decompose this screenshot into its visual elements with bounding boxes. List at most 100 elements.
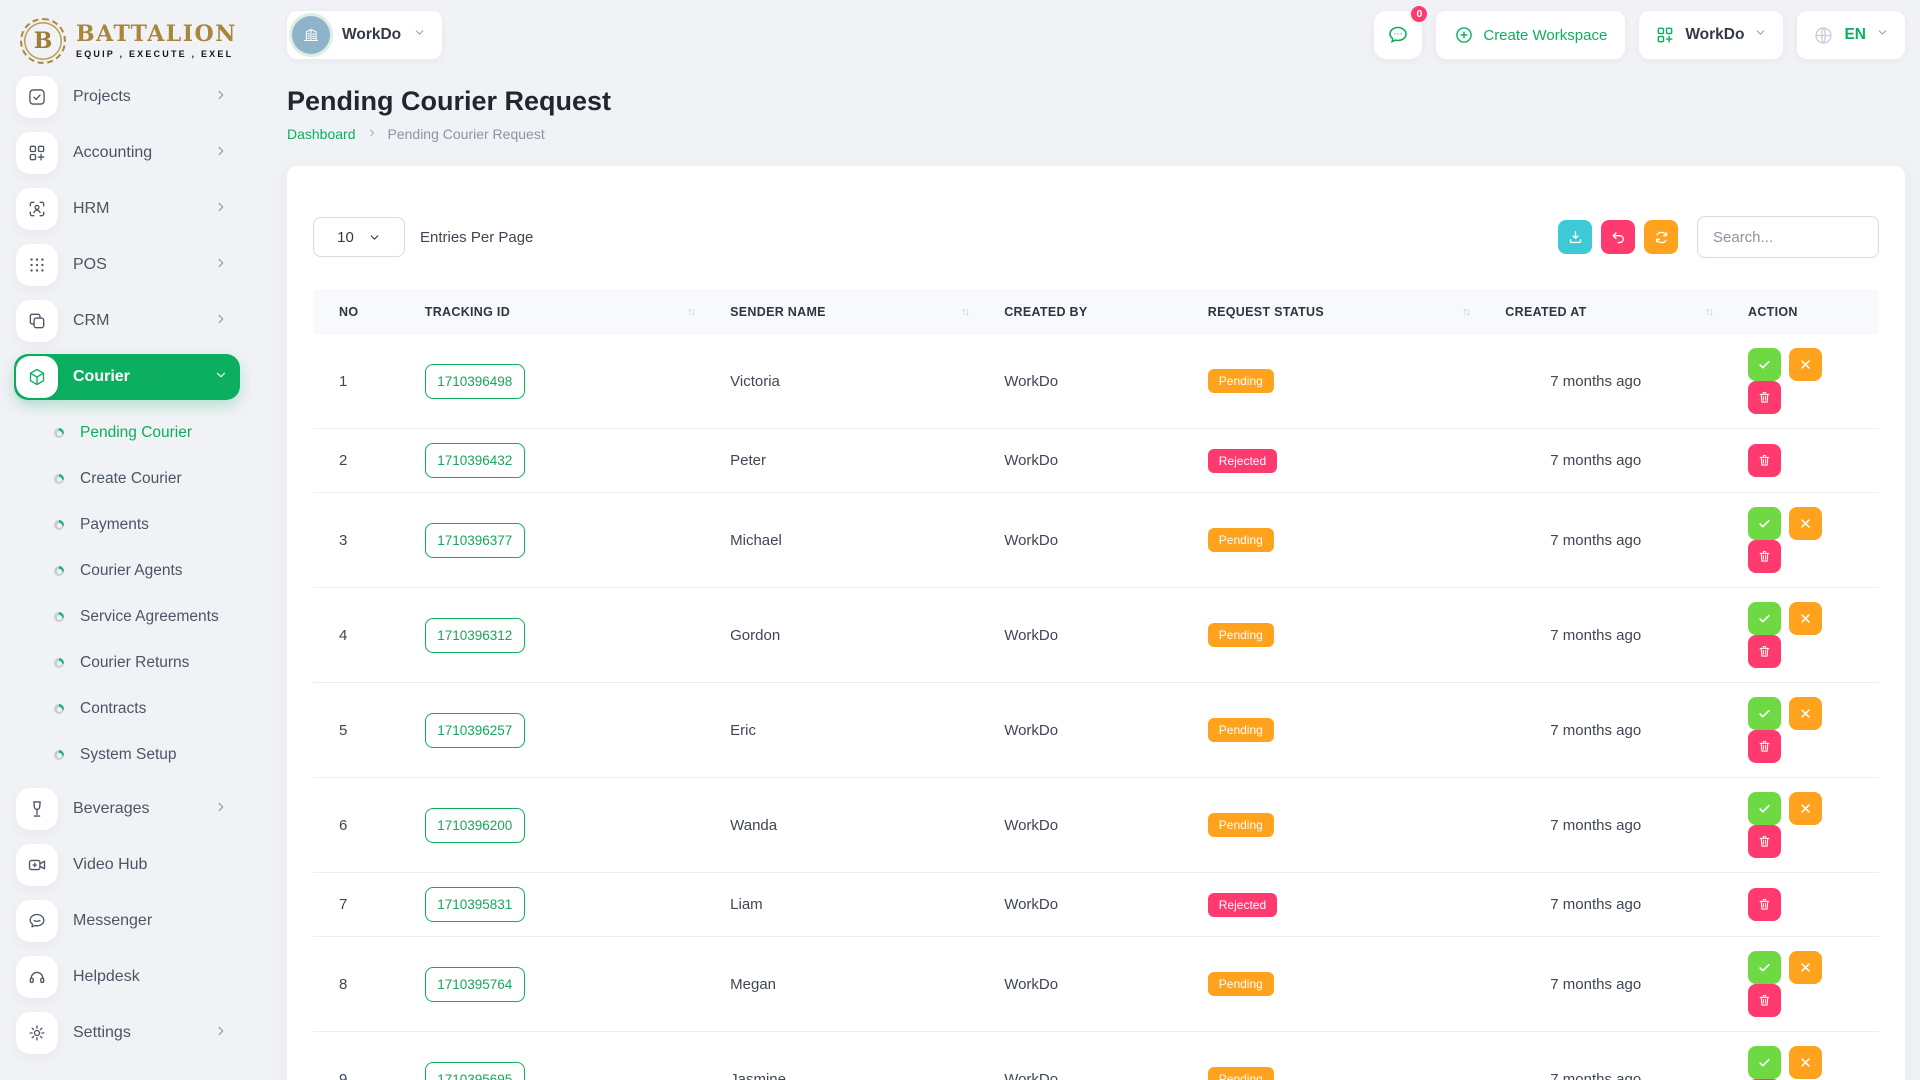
sort-icon: ↑↓ bbox=[687, 306, 710, 318]
sidebar-item-beverages[interactable]: Beverages bbox=[14, 786, 240, 832]
sidebar-subitem-label: Courier Returns bbox=[80, 654, 189, 672]
trash-icon bbox=[1757, 897, 1772, 912]
approve-button[interactable] bbox=[1748, 348, 1781, 381]
delete-button[interactable] bbox=[1748, 635, 1781, 668]
sidebar-item-accounting[interactable]: Accounting bbox=[14, 130, 240, 176]
sidebar-item-settings[interactable]: Settings bbox=[14, 1010, 240, 1056]
reject-button[interactable] bbox=[1789, 697, 1822, 730]
sidebar-item-courier[interactable]: Courier bbox=[14, 354, 240, 400]
sidebar-subitem-courier-agents[interactable]: Courier Agents bbox=[14, 548, 250, 594]
reject-button[interactable] bbox=[1789, 348, 1822, 381]
reset-button[interactable] bbox=[1601, 220, 1635, 254]
status-badge: Rejected bbox=[1208, 449, 1277, 473]
delete-button[interactable] bbox=[1748, 825, 1781, 858]
delete-button[interactable] bbox=[1748, 381, 1781, 414]
breadcrumb-dashboard-link[interactable]: Dashboard bbox=[287, 126, 356, 142]
sidebar-item-hrm[interactable]: HRM bbox=[14, 186, 240, 232]
trash-icon bbox=[1757, 739, 1772, 754]
delete-button[interactable] bbox=[1748, 444, 1781, 477]
bullet-icon bbox=[54, 474, 64, 484]
action-cell bbox=[1738, 429, 1879, 493]
search-input[interactable] bbox=[1697, 216, 1879, 258]
refresh-button[interactable] bbox=[1644, 220, 1678, 254]
chevron-down-icon bbox=[214, 368, 228, 387]
create-workspace-button[interactable]: Create Workspace bbox=[1436, 11, 1625, 59]
delete-button[interactable] bbox=[1748, 540, 1781, 573]
sidebar-subitem-system-setup[interactable]: System Setup bbox=[14, 732, 250, 778]
row-number: 7 bbox=[313, 873, 415, 937]
entries-per-page-select[interactable]: 10 bbox=[313, 217, 405, 257]
sidebar-item-messenger[interactable]: Messenger bbox=[14, 898, 240, 944]
tracking-id-chip[interactable]: 1710395764 bbox=[425, 967, 525, 1002]
approve-button[interactable] bbox=[1748, 951, 1781, 984]
check-icon bbox=[1757, 611, 1772, 626]
column-header-created-at[interactable]: CREATED AT↑↓ bbox=[1495, 290, 1738, 334]
language-selector[interactable]: EN bbox=[1797, 11, 1905, 59]
x-icon bbox=[1798, 357, 1813, 372]
status-badge: Pending bbox=[1208, 369, 1274, 393]
sidebar-item-video-hub[interactable]: Video Hub bbox=[14, 842, 240, 888]
tracking-id-chip[interactable]: 1710396200 bbox=[425, 808, 525, 843]
workdo-apps-menu[interactable]: WorkDo bbox=[1639, 11, 1783, 59]
entries-per-page-value: 10 bbox=[337, 229, 354, 246]
table-header-row: NOTRACKING ID↑↓SENDER NAME↑↓CREATED BYRE… bbox=[313, 290, 1879, 334]
sidebar-item-label: Helpdesk bbox=[73, 968, 228, 986]
workspace-selector[interactable]: WorkDo bbox=[287, 11, 442, 59]
tracking-id-chip[interactable]: 1710396257 bbox=[425, 713, 525, 748]
column-header-no: NO bbox=[313, 290, 415, 334]
sidebar-subitem-create-courier[interactable]: Create Courier bbox=[14, 456, 250, 502]
chevron-right-icon bbox=[214, 88, 228, 107]
column-header-request-status[interactable]: REQUEST STATUS↑↓ bbox=[1198, 290, 1496, 334]
sidebar-item-crm[interactable]: CRM bbox=[14, 298, 240, 344]
approve-button[interactable] bbox=[1748, 1046, 1781, 1079]
download-icon bbox=[1567, 229, 1584, 246]
sidebar-subitem-pending-courier[interactable]: Pending Courier bbox=[14, 410, 250, 456]
status-badge: Pending bbox=[1208, 813, 1274, 837]
action-cell bbox=[1738, 1032, 1879, 1080]
sender-name: Gordon bbox=[720, 588, 994, 683]
tracking-id-chip[interactable]: 1710395695 bbox=[425, 1062, 525, 1080]
x-icon bbox=[1798, 611, 1813, 626]
tracking-id-chip[interactable]: 1710396498 bbox=[425, 364, 525, 399]
sidebar-subitem-courier-returns[interactable]: Courier Returns bbox=[14, 640, 250, 686]
sender-name: Megan bbox=[720, 937, 994, 1032]
tracking-id-chip[interactable]: 1710396312 bbox=[425, 618, 525, 653]
courier-icon bbox=[16, 356, 58, 398]
tracking-id-chip[interactable]: 1710396377 bbox=[425, 523, 525, 558]
delete-button[interactable] bbox=[1748, 888, 1781, 921]
column-header-sender-name[interactable]: SENDER NAME↑↓ bbox=[720, 290, 994, 334]
row-number: 6 bbox=[313, 778, 415, 873]
messages-button[interactable]: 0 bbox=[1374, 11, 1422, 59]
reject-button[interactable] bbox=[1789, 507, 1822, 540]
created-at: 7 months ago bbox=[1495, 937, 1738, 1032]
delete-button[interactable] bbox=[1748, 730, 1781, 763]
beverages-icon bbox=[16, 788, 58, 830]
reject-button[interactable] bbox=[1789, 792, 1822, 825]
sidebar-item-helpdesk[interactable]: Helpdesk bbox=[14, 954, 240, 1000]
column-header-tracking-id[interactable]: TRACKING ID↑↓ bbox=[415, 290, 720, 334]
sidebar-item-label: Projects bbox=[73, 88, 199, 106]
action-cell bbox=[1738, 937, 1879, 1032]
approve-button[interactable] bbox=[1748, 697, 1781, 730]
reject-button[interactable] bbox=[1789, 1046, 1822, 1079]
approve-button[interactable] bbox=[1748, 792, 1781, 825]
reject-button[interactable] bbox=[1789, 951, 1822, 984]
sidebar-subitem-service-agreements[interactable]: Service Agreements bbox=[14, 594, 250, 640]
sidebar-item-projects[interactable]: Projects bbox=[14, 74, 240, 120]
created-by: WorkDo bbox=[994, 493, 1198, 588]
x-icon bbox=[1798, 801, 1813, 816]
tracking-id-chip[interactable]: 1710395831 bbox=[425, 887, 525, 922]
delete-button[interactable] bbox=[1748, 984, 1781, 1017]
approve-button[interactable] bbox=[1748, 507, 1781, 540]
approve-button[interactable] bbox=[1748, 602, 1781, 635]
status-badge: Pending bbox=[1208, 1067, 1274, 1080]
export-button[interactable] bbox=[1558, 220, 1592, 254]
brand-logo[interactable]: B BATTALION EQUIP , EXECUTE , EXEL bbox=[14, 12, 250, 74]
sidebar-item-pos[interactable]: POS bbox=[14, 242, 240, 288]
tracking-id-chip[interactable]: 1710396432 bbox=[425, 443, 525, 478]
reject-button[interactable] bbox=[1789, 602, 1822, 635]
row-number: 3 bbox=[313, 493, 415, 588]
sidebar-subitem-payments[interactable]: Payments bbox=[14, 502, 250, 548]
sidebar-subitem-contracts[interactable]: Contracts bbox=[14, 686, 250, 732]
sidebar-nav: Projects Accounting HRM POS CRM Courier Pendin… bbox=[14, 74, 250, 1056]
